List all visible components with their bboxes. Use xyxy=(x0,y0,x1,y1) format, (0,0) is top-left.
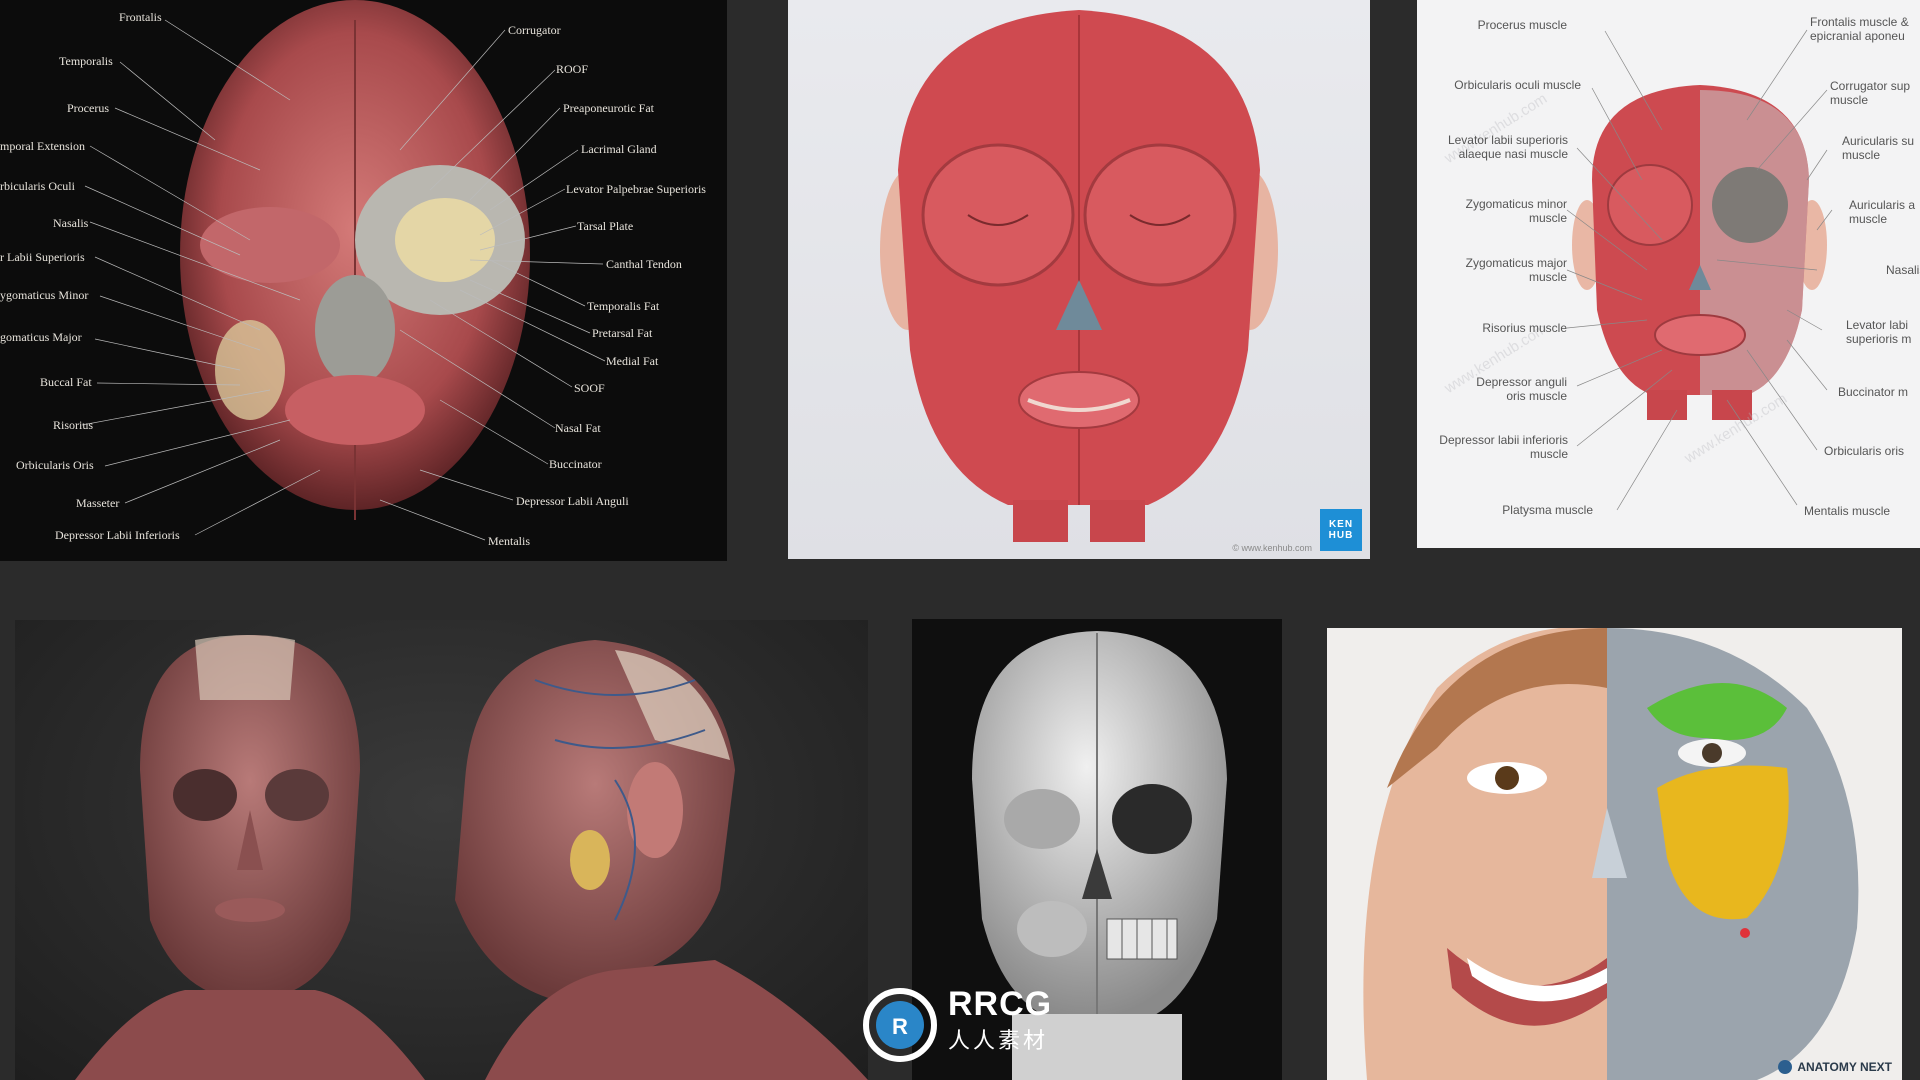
label-buccal-fat: Buccal Fat xyxy=(40,375,92,389)
label-buccinator-muscle: Buccinator m xyxy=(1838,385,1909,399)
label-zygomaticus-minor: ygomaticus Minor xyxy=(0,288,89,302)
label-temporal-extension: mporal Extension xyxy=(0,139,85,153)
panel-smiling-woman-anatomy[interactable]: ANATOMY NEXT xyxy=(1327,628,1902,1080)
label-mentalis-muscle: Mentalis muscle xyxy=(1804,504,1891,518)
label-temporalis-fat: Temporalis Fat xyxy=(587,299,660,313)
anatomy-next-icon xyxy=(1778,1060,1793,1074)
label-zygomaticus-minor-muscle: Zygomaticus minor muscle xyxy=(1465,197,1567,225)
label-zygomaticus-major: gomaticus Major xyxy=(0,330,82,344)
rrcg-watermark: R RRCG 人人素材 xyxy=(860,985,1070,1065)
anatomy-next-logo[interactable]: ANATOMY NEXT xyxy=(1778,1060,1892,1074)
kenhub-logo-line2: HUB xyxy=(1328,530,1354,541)
label-procerus-muscle: Procerus muscle xyxy=(1477,18,1567,32)
label-soof: SOOF xyxy=(574,381,605,395)
panel-kenhub-front-view[interactable]: © www.kenhub.com KEN HUB xyxy=(788,0,1370,559)
kenhub-credit: © www.kenhub.com xyxy=(1232,543,1312,553)
label-orbicularis-oris: Orbicularis Oris xyxy=(16,458,94,472)
label-nasal-fat: Nasal Fat xyxy=(555,421,601,435)
label-platysma-muscle: Platysma muscle xyxy=(1502,503,1593,517)
label-masseter: Masseter xyxy=(76,496,120,510)
anatomy-next-label: ANATOMY NEXT xyxy=(1797,1060,1892,1074)
label-orbicularis-oculi-muscle: Orbicularis oculi muscle xyxy=(1454,78,1581,92)
label-levator-labii-alaeque: Levator labii superioris alaeque nasi mu… xyxy=(1447,133,1568,161)
label-depressor-labii-inferioris: Depressor Labii Inferioris xyxy=(55,528,180,542)
label-levator-palpebrae-superioris: Levator Palpebrae Superioris xyxy=(566,182,706,196)
label-depressor-labii-inferioris-muscle: Depressor labii inferioris muscle xyxy=(1439,433,1568,461)
label-auricularis-superior: Auricularis su muscle xyxy=(1842,134,1915,162)
label-depressor-labii-anguli: Depressor Labii Anguli xyxy=(516,494,629,508)
panel-dark-face-annotated[interactable]: Frontalis Temporalis Procerus mporal Ext… xyxy=(0,0,727,561)
label-risorius-muscle: Risorius muscle xyxy=(1482,321,1567,335)
label-levator-labii-superioris: r Labii Superioris xyxy=(0,250,85,264)
label-temporalis: Temporalis xyxy=(59,54,113,68)
label-zygomaticus-major-muscle: Zygomaticus major muscle xyxy=(1465,256,1567,284)
label-lacrimal-gland: Lacrimal Gland xyxy=(581,142,657,156)
face-illustration-a xyxy=(81,0,606,541)
label-nasalis-muscle: Nasalis mus xyxy=(1886,263,1920,277)
label-orbicularis-oris-muscle: Orbicularis oris xyxy=(1824,444,1905,458)
label-nasalis: Nasalis xyxy=(53,216,89,230)
rrcg-name: RRCG xyxy=(948,985,1053,1023)
smiling-woman-illustration xyxy=(1363,628,1859,1080)
label-corrugator-muscle: Corrugator sup muscle xyxy=(1830,79,1911,107)
label-preaponeurotic-fat: Preaponeurotic Fat xyxy=(563,101,654,115)
label-roof: ROOF xyxy=(556,62,589,76)
panel-3d-heads[interactable] xyxy=(15,620,868,1080)
face-illustration-b xyxy=(880,10,1278,542)
label-frontalis-muscle: Frontalis muscle & epicranial aponeu xyxy=(1810,15,1909,43)
kenhub-logo-line1: KEN xyxy=(1328,519,1354,530)
rrcg-chinese: 人人素材 xyxy=(948,1029,1049,1054)
3d-heads-illustration xyxy=(75,635,868,1080)
label-mentalis: Mentalis xyxy=(488,534,530,548)
label-corrugator: Corrugator xyxy=(508,23,561,37)
label-medial-fat: Medial Fat xyxy=(606,354,659,368)
svg-text:R: R xyxy=(892,1014,908,1039)
label-canthal-tendon: Canthal Tendon xyxy=(606,257,682,271)
label-buccinator: Buccinator xyxy=(549,457,602,471)
label-depressor-anguli-oris: Depressor anguli oris muscle xyxy=(1476,375,1567,403)
label-procerus: Procerus xyxy=(67,101,109,115)
panel-kenhub-labeled[interactable]: www.kenhub.com www.kenhub.com www.kenhub… xyxy=(1417,0,1920,548)
label-orbicularis-oculi: rbicularis Oculi xyxy=(0,179,75,193)
label-tarsal-plate: Tarsal Plate xyxy=(577,219,634,233)
kenhub-logo[interactable]: KEN HUB xyxy=(1320,509,1362,551)
label-risorius: Risorius xyxy=(53,418,94,432)
label-frontalis: Frontalis xyxy=(119,10,162,24)
label-pretarsal-fat: Pretarsal Fat xyxy=(592,326,653,340)
rrcg-logo-icon: R xyxy=(863,988,937,1062)
label-levator-labii-superioris-muscle: Levator labi superioris m xyxy=(1846,318,1912,346)
label-auricularis-anterior: Auricularis a muscle xyxy=(1849,198,1916,226)
